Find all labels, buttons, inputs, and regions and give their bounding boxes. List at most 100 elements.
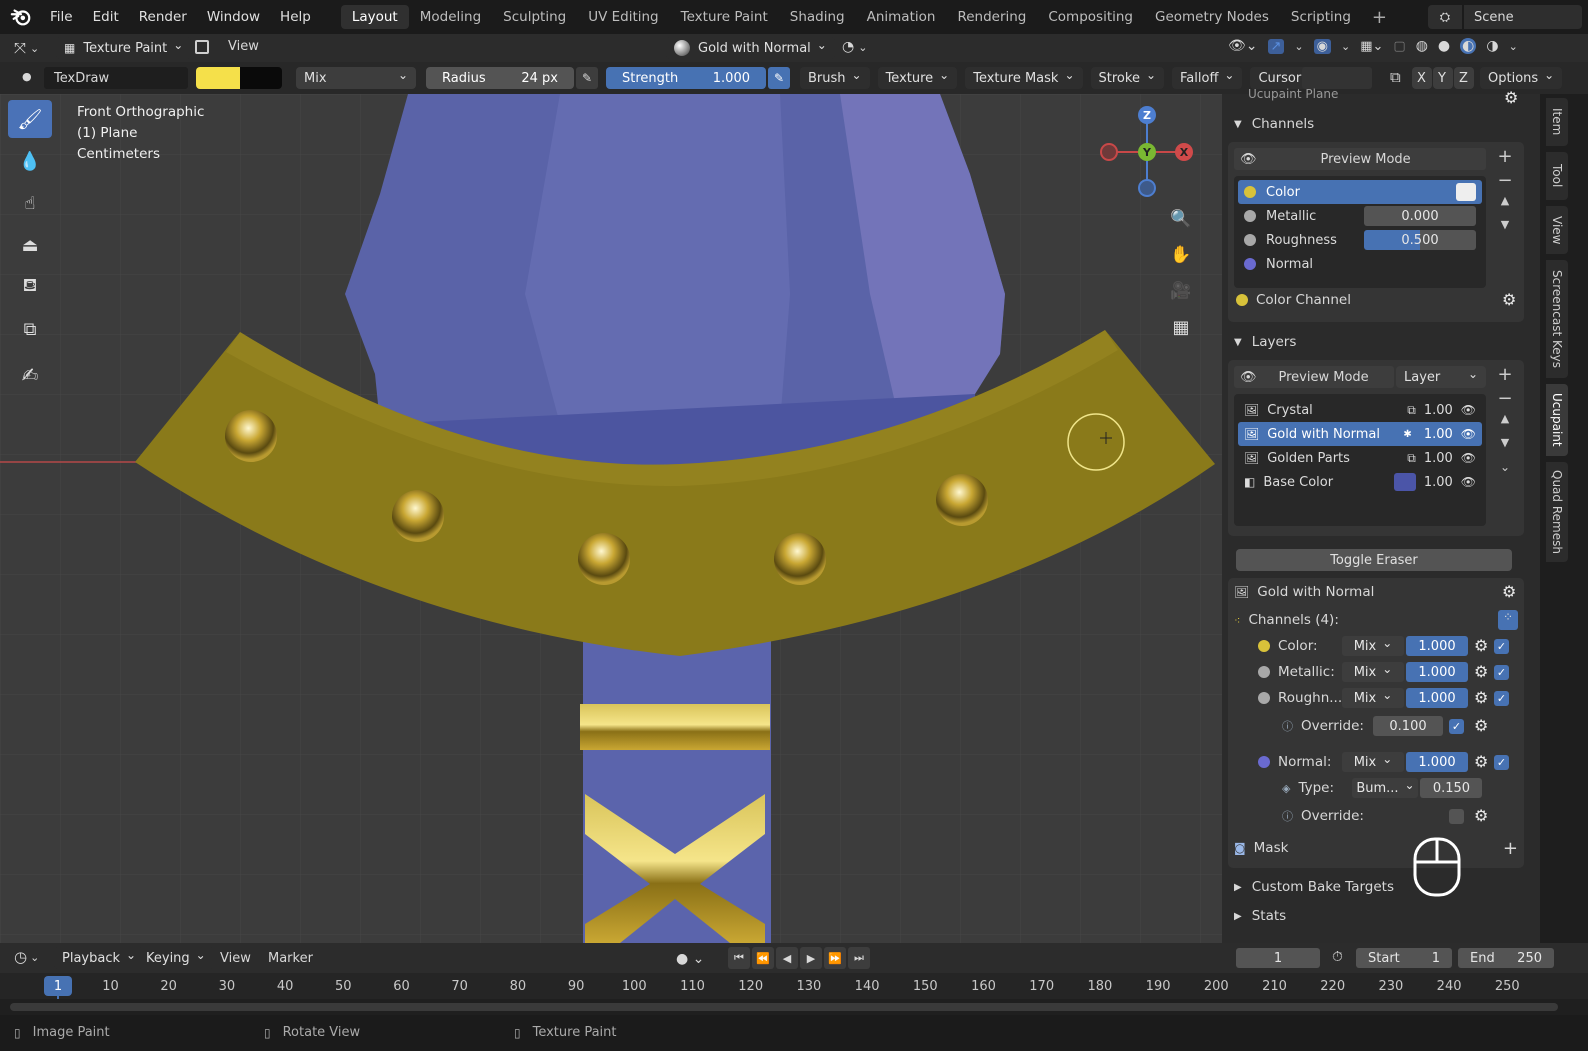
jump-keyframe-back-icon[interactable]: ⏪ [752,947,774,969]
radius-slider[interactable]: Radius 24 px [426,67,574,89]
gizmo-x-axis[interactable]: X [1175,143,1193,161]
remove-channel-icon[interactable]: − [1494,170,1516,194]
add-workspace-icon[interactable]: + [1362,7,1397,28]
move-down-icon[interactable]: ▼ [1494,436,1516,460]
radius-pressure-icon[interactable]: ✎ [576,67,598,89]
xray-icon[interactable]: ▢ [1393,39,1405,54]
layer-visibility-eye-icon[interactable]: 👁 [1461,403,1476,417]
timeline-editor-type-button[interactable]: ◷ ⌄ [14,948,39,966]
start-frame-field[interactable]: Start 1 [1356,948,1452,968]
symmetry-y-button[interactable]: Y [1433,67,1453,89]
sidebar-tab-ucupaint[interactable]: Ucupaint [1546,384,1568,456]
channel-row-color[interactable]: Color [1238,180,1482,204]
sidebar-tab-item[interactable]: Item [1546,98,1568,146]
menu-help[interactable]: Help [270,9,321,25]
override-value-field[interactable]: 0.100 [1373,716,1443,736]
toggle-eraser-button[interactable]: Toggle Eraser [1236,549,1512,571]
channels-preview-mode-button[interactable]: Preview Mode [1321,152,1411,167]
panel-settings-gear-icon[interactable]: ⚙ [1504,90,1520,106]
color-channel-swatch[interactable] [1456,183,1476,201]
jump-end-icon[interactable]: ⏭ [848,947,870,969]
layer-menu-chevron-icon[interactable]: ⌄ [1494,460,1516,484]
normal-intensity-field[interactable]: 1.000 [1406,752,1468,772]
solid-shading-icon[interactable]: ● [1438,38,1450,54]
draw-brush-tool[interactable]: 🖌 [8,100,52,138]
overlay-icon[interactable]: ◉ [1313,38,1331,54]
symmetry-x-button[interactable]: X [1412,67,1432,89]
layers-preview-mode-button[interactable]: Preview Mode [1279,370,1369,385]
layers-section-header[interactable]: ▼ Layers [1234,334,1296,350]
preview-eye-icon[interactable]: 👁 [1240,370,1257,385]
mask-tool[interactable]: ⧉ [8,310,52,348]
blend-mode-dropdown[interactable]: Mix [296,67,416,89]
normal-override-checkbox[interactable] [1449,808,1464,824]
bump-distance-field[interactable]: 0.150 [1420,778,1483,798]
normal-type-dropdown[interactable]: Bum... [1352,778,1419,798]
sidebar-tab-quad-remesh[interactable]: Quad Remesh [1546,462,1568,562]
base-color-swatch[interactable] [1393,473,1416,491]
view-menu[interactable]: View [228,39,259,54]
metallic-channel-enable-checkbox[interactable]: ✓ [1494,664,1509,680]
scene-selector[interactable]: ⛭ [1428,5,1462,29]
timeline-scrollbar[interactable] [0,999,1588,1015]
workspace-tab-shading[interactable]: Shading [779,5,856,29]
keying-menu[interactable]: Keying [138,947,214,969]
add-mask-icon[interactable]: + [1503,838,1518,859]
clone-tool[interactable]: ⏏ [8,226,52,264]
gizmo-z-axis[interactable]: Z [1138,106,1156,124]
roughness-channel-enable-checkbox[interactable]: ✓ [1494,690,1509,706]
timeline-ruler[interactable]: 1 10 20 30 40 50 60 70 80 90 100 110 120 130 140 150 160… [0,973,1588,1016]
scrollbar-thumb[interactable] [10,1003,1558,1011]
playback-menu[interactable]: Playback [54,947,145,969]
sidebar-tab-tool[interactable]: Tool [1546,152,1568,200]
soften-tool[interactable]: 💧 [8,142,52,180]
workspace-tab-modeling[interactable]: Modeling [409,5,492,29]
menu-edit[interactable]: Edit [83,9,129,25]
mode-dropdown[interactable]: ▦ Texture Paint [56,37,192,59]
workspace-tab-uv-editing[interactable]: UV Editing [577,5,669,29]
blender-logo-icon[interactable] [10,6,32,28]
primary-color-swatch[interactable] [196,67,240,89]
zoom-icon[interactable]: 🔍 [1166,204,1196,234]
channels-section-header[interactable]: ▼ Channels [1234,116,1314,132]
toggle-icon[interactable] [195,40,209,54]
stroke-menu[interactable]: Stroke [1090,67,1165,89]
material-shading-icon[interactable]: ◐ [1460,38,1477,54]
jump-start-icon[interactable]: ⏮ [728,947,750,969]
metallic-value-field[interactable]: 0.000 [1364,206,1476,226]
normal-channel-gear-icon[interactable]: ⚙ [1474,754,1490,770]
color-channel-gear-icon[interactable]: ⚙ [1474,638,1490,654]
workspace-tab-compositing[interactable]: Compositing [1037,5,1144,29]
metallic-blend-dropdown[interactable]: Mix [1342,662,1404,682]
brush-menu[interactable]: Brush [800,67,870,89]
add-layer-icon[interactable]: + [1494,364,1516,388]
camera-view-icon[interactable]: 🎥 [1166,276,1196,306]
rendered-shading-icon[interactable]: ◑ [1486,38,1498,54]
visibility-eye-icon[interactable]: 👁⌄ [1228,38,1258,54]
material-dropdown[interactable]: Gold with Normal [666,37,835,59]
record-icon[interactable]: ● ⌄ [676,951,704,967]
scene-name-field[interactable]: Scene [1464,5,1582,29]
options-menu[interactable]: Options [1480,67,1563,89]
preview-eye-icon[interactable]: 👁 [1240,152,1257,167]
workspace-tab-texture-paint[interactable]: Texture Paint [670,5,779,29]
workspace-tab-sculpting[interactable]: Sculpting [492,5,577,29]
stats-header[interactable]: ▶ Stats [1234,908,1286,924]
channel-row-roughness[interactable]: Roughness 0.500 [1238,228,1482,252]
roughness-value-field[interactable]: 0.500 [1364,230,1476,250]
override-enable-checkbox[interactable]: ✓ [1449,718,1464,734]
workspace-tab-scripting[interactable]: Scripting [1280,5,1362,29]
brush-name-field[interactable]: TexDraw [44,67,188,89]
normal-channel-enable-checkbox[interactable]: ✓ [1494,754,1509,770]
gizmo-icon[interactable]: ↗ [1267,38,1285,54]
sidebar-tab-view[interactable]: View [1546,206,1568,254]
play-icon[interactable]: ▶ [800,947,822,969]
layer-type-dropdown[interactable]: Layer [1396,366,1486,388]
ortho-grid-icon[interactable]: ▦ [1166,312,1196,342]
remove-layer-icon[interactable]: − [1494,388,1516,412]
move-down-icon[interactable]: ▼ [1494,218,1516,242]
metallic-channel-gear-icon[interactable]: ⚙ [1474,664,1490,680]
editor-type-button[interactable]: ⤧ ⌄ [14,37,39,59]
secondary-color-swatch[interactable] [240,67,282,89]
channel-row-metallic[interactable]: Metallic 0.000 [1238,204,1482,228]
